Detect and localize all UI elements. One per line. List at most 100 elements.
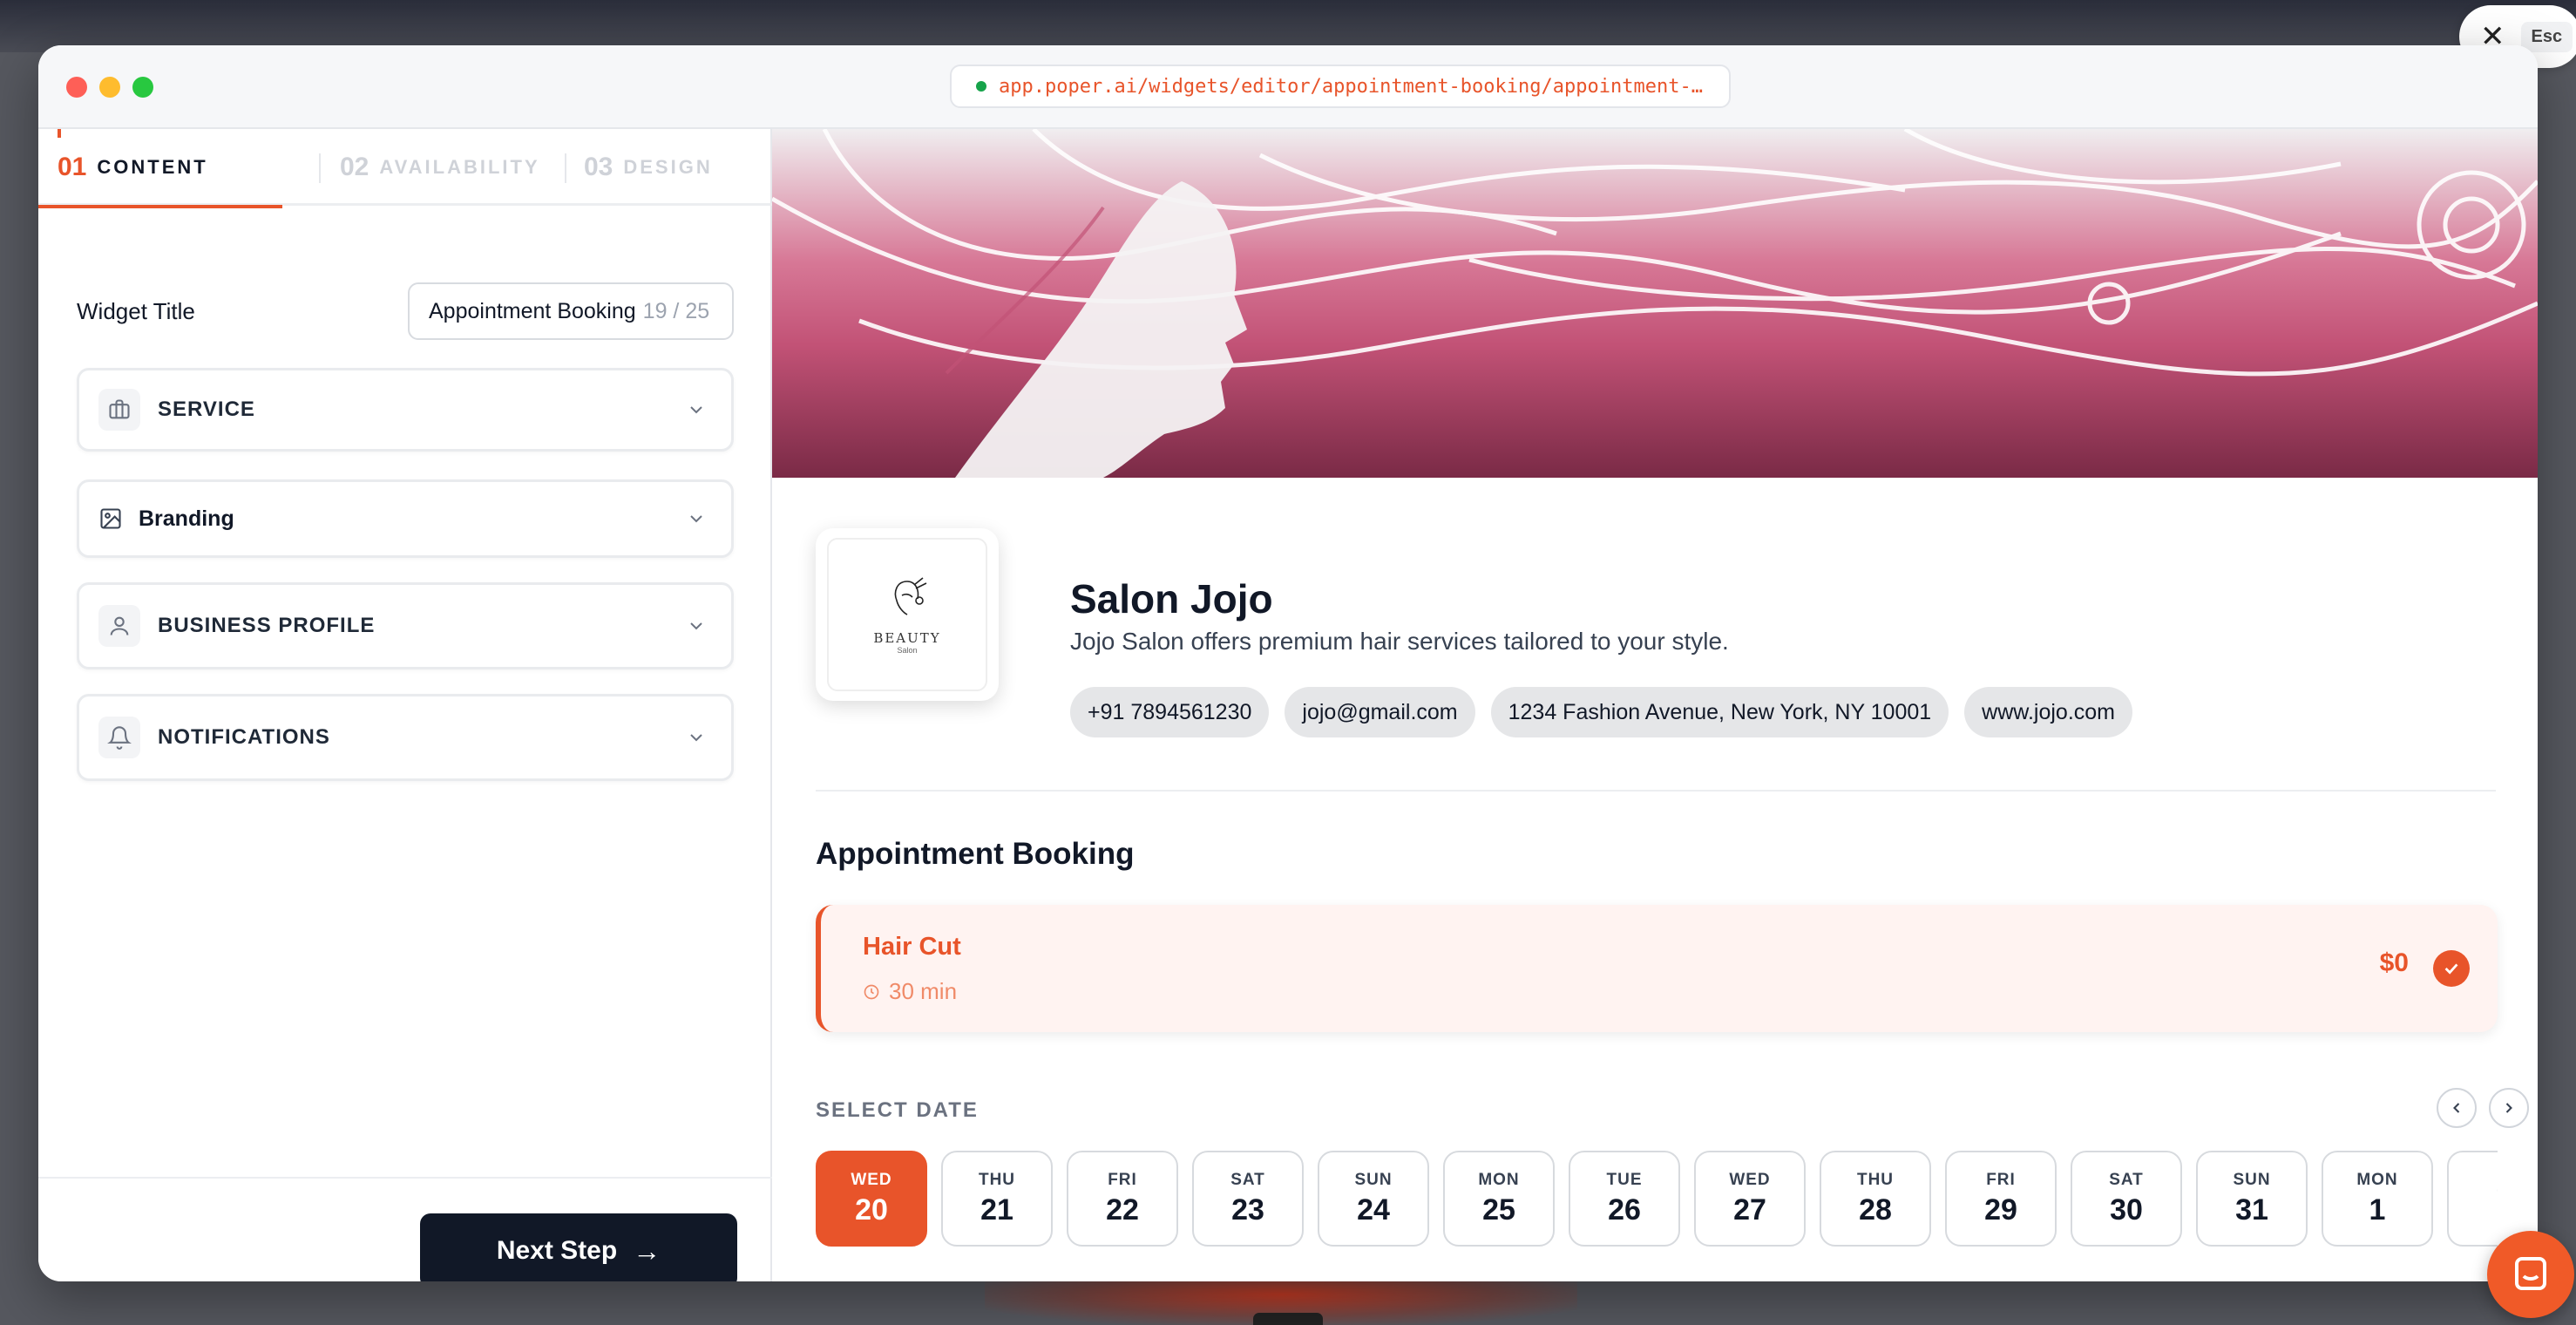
chevron-down-icon (690, 406, 702, 414)
chevron-down-icon (690, 622, 702, 630)
logo-text: BEAUTY (873, 630, 941, 646)
date-number: 25 (1482, 1192, 1515, 1226)
date-option[interactable]: WED 20 (816, 1151, 927, 1247)
date-weekday: SAT (2109, 1170, 2144, 1189)
date-option[interactable]: THU 28 (1820, 1151, 1931, 1247)
widget-title-label: Widget Title (77, 298, 195, 324)
tab-design[interactable]: 03 DESIGN (584, 129, 713, 206)
date-option[interactable]: TUE 26 (1569, 1151, 1680, 1247)
image-icon (95, 498, 126, 540)
url-text: app.poper.ai/widgets/editor/appointment-… (999, 75, 1703, 98)
accordion-title: BUSINESS PROFILE (158, 614, 376, 637)
date-number: 22 (1106, 1192, 1139, 1226)
date-weekday: WED (851, 1170, 892, 1189)
date-weekday: SUN (2233, 1170, 2271, 1189)
accordion-service[interactable]: SERVICE (77, 368, 734, 452)
service-duration: 30 min (863, 978, 957, 1005)
accordion-business-profile[interactable]: BUSINESS PROFILE (77, 582, 734, 669)
date-option[interactable]: MON 25 (1443, 1151, 1555, 1247)
tab-number: 03 (584, 153, 613, 181)
tab-separator (565, 153, 566, 183)
chat-icon (2515, 1257, 2546, 1290)
date-option[interactable]: FRI 29 (1945, 1151, 2057, 1247)
accordion-title: NOTIFICATIONS (158, 725, 330, 749)
date-option[interactable]: MON 1 (2322, 1151, 2433, 1247)
website-chip[interactable]: www.jojo.com (1964, 687, 2132, 737)
date-option[interactable]: FRI 22 (1067, 1151, 1178, 1247)
service-duration-text: 30 min (889, 978, 958, 1004)
date-option[interactable]: WED 27 (1694, 1151, 1806, 1247)
tab-number: 01 (58, 153, 87, 181)
address-chip[interactable]: 1234 Fashion Avenue, New York, NY 10001 (1490, 687, 1949, 737)
widget-title-char-count: 19 / 25 (642, 298, 710, 323)
service-option-hair-cut[interactable]: Hair Cut 30 min $0 (816, 905, 2498, 1032)
date-weekday: MON (2356, 1170, 2398, 1189)
next-step-button[interactable]: Next Step → (420, 1213, 737, 1281)
date-weekday: SUN (1354, 1170, 1393, 1189)
chat-launcher-button[interactable] (2487, 1231, 2574, 1318)
chevron-down-icon (690, 515, 702, 523)
next-step-label: Next Step (496, 1236, 618, 1265)
date-weekday: WED (1729, 1170, 1771, 1189)
widget-title-value: Appointment Booking (429, 298, 636, 323)
window-minimize-dot[interactable] (99, 77, 120, 98)
email-chip[interactable]: jojo@gmail.com (1285, 687, 1475, 737)
date-option[interactable]: SUN 24 (1318, 1151, 1429, 1247)
date-option[interactable]: SUN 31 (2196, 1151, 2308, 1247)
date-number: 26 (1608, 1192, 1641, 1226)
date-option[interactable]: SAT 23 (1192, 1151, 1304, 1247)
date-number: 28 (1859, 1192, 1892, 1226)
widget-preview: BEAUTY Salon Salon Jojo Jojo Salon offer… (772, 129, 2538, 1281)
address-bar[interactable]: app.poper.ai/widgets/editor/appointment-… (950, 65, 1731, 108)
contact-chips: +91 7894561230 jojo@gmail.com 1234 Fashi… (1070, 687, 2148, 737)
business-logo: BEAUTY Salon (816, 528, 999, 701)
tab-separator (319, 153, 321, 183)
business-description: Jojo Salon offers premium hair services … (1070, 628, 1729, 655)
date-number: 1 (2369, 1192, 2386, 1226)
check-icon (2433, 950, 2470, 987)
tab-availability[interactable]: 02 AVAILABILITY (340, 129, 540, 206)
tab-label: CONTENT (97, 156, 208, 178)
logo-frame: BEAUTY Salon (827, 538, 987, 691)
accordion-notifications[interactable]: NOTIFICATIONS (77, 694, 734, 781)
date-number: 24 (1357, 1192, 1390, 1226)
date-number: 23 (1231, 1192, 1264, 1226)
date-strip: WED 20 THU 21 FRI 22 SAT 23 SUN 24 MON 25 TUE 26 WED 27… (816, 1151, 2498, 1248)
date-number: 31 (2235, 1192, 2268, 1226)
date-weekday: THU (978, 1170, 1016, 1189)
logo-subtext: Salon (897, 646, 918, 655)
hair-illustration (772, 129, 2538, 478)
user-icon (98, 605, 140, 647)
accordion-title: SERVICE (158, 398, 255, 421)
secure-dot-icon (976, 81, 986, 92)
window-titlebar: app.poper.ai/widgets/editor/appointment-… (38, 45, 2538, 129)
salon-face-icon (894, 577, 927, 615)
salon-banner-image (772, 129, 2538, 478)
date-option[interactable]: SAT 30 (2071, 1151, 2182, 1247)
tab-content[interactable]: 01 CONTENT (38, 129, 282, 208)
briefcase-icon (98, 389, 140, 431)
widget-title-input[interactable]: Appointment Booking 19 / 25 (408, 282, 734, 340)
date-option[interactable]: T (2447, 1151, 2498, 1247)
backdrop-top (0, 0, 2576, 52)
date-number: 27 (1733, 1192, 1766, 1226)
service-name: Hair Cut (863, 933, 961, 961)
tab-number: 02 (340, 153, 369, 181)
business-name: Salon Jojo (1070, 576, 1273, 622)
date-number: 30 (2110, 1192, 2143, 1226)
next-dates-button[interactable] (2489, 1088, 2529, 1128)
backdrop-handle (1253, 1313, 1323, 1325)
service-price: $0 (2379, 948, 2409, 977)
chevron-down-icon (690, 734, 702, 742)
window-maximize-dot[interactable] (132, 77, 153, 98)
accordion-branding[interactable]: Branding (77, 479, 734, 558)
footer-divider (38, 1177, 772, 1179)
prev-dates-button[interactable] (2437, 1088, 2477, 1128)
booking-title: Appointment Booking (816, 837, 1135, 871)
phone-chip[interactable]: +91 7894561230 (1070, 687, 1270, 737)
date-number: 29 (1984, 1192, 2017, 1226)
window-close-dot[interactable] (66, 77, 87, 98)
profile-divider (816, 790, 2496, 792)
date-option[interactable]: THU 21 (941, 1151, 1053, 1247)
date-weekday: FRI (1108, 1170, 1137, 1189)
